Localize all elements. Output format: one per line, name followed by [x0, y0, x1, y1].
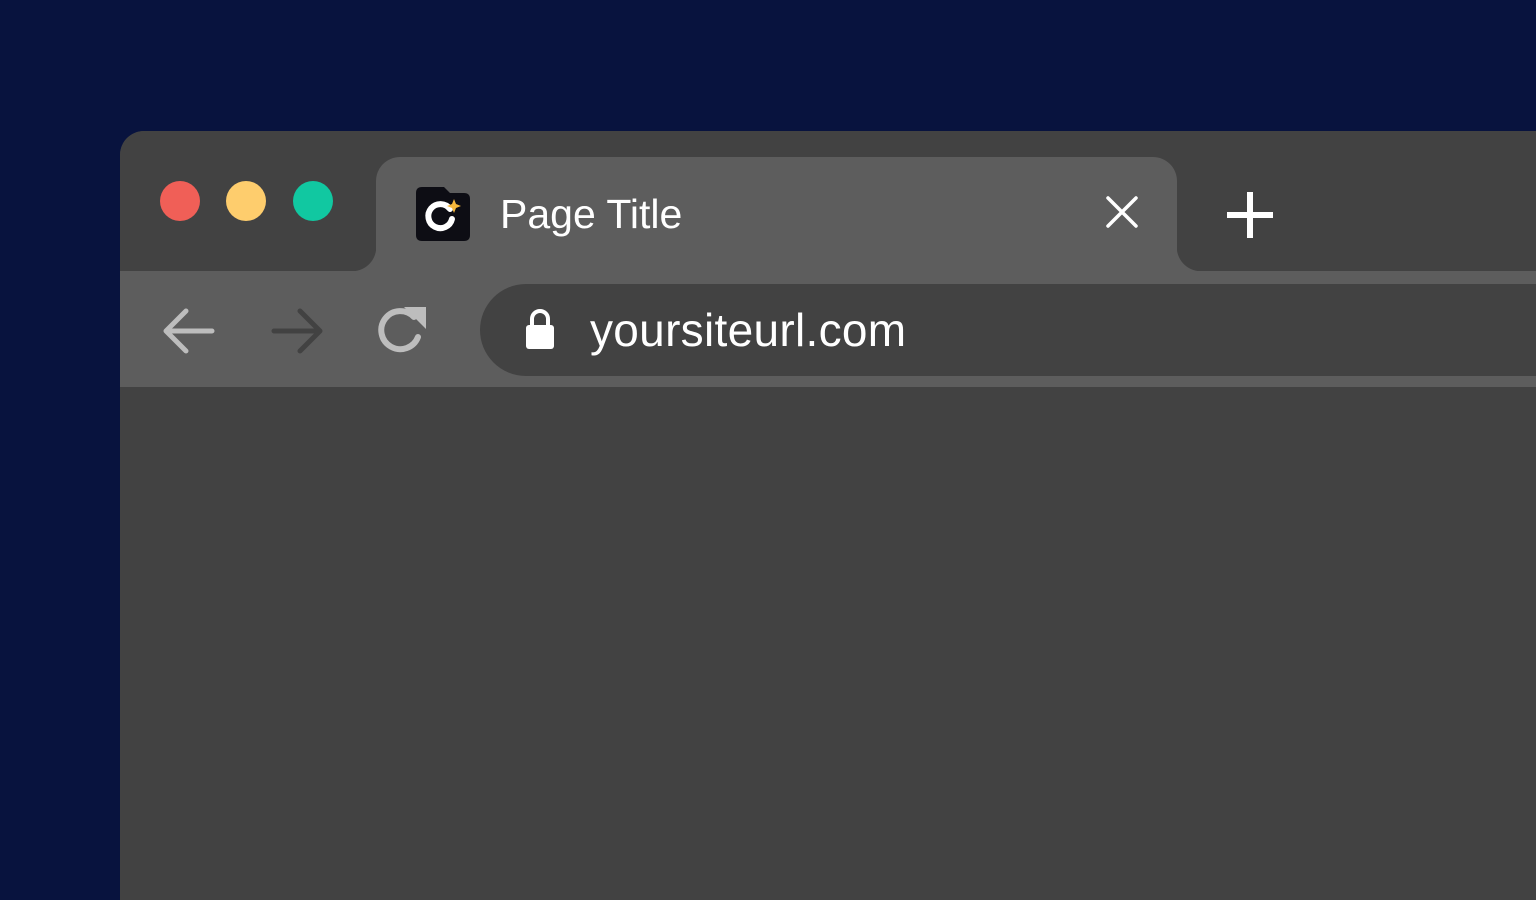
- close-icon[interactable]: [1103, 193, 1141, 231]
- window-minimize-button[interactable]: [226, 181, 266, 221]
- tab-active[interactable]: Page Title: [352, 157, 1201, 271]
- reload-icon[interactable]: [374, 303, 430, 359]
- url-text[interactable]: yoursiteurl.com: [590, 302, 906, 358]
- tab-title: Page Title: [500, 191, 683, 237]
- arrow-left-icon[interactable]: [160, 303, 216, 359]
- browser-window: Page Title yoursiteurl.com: [120, 131, 1536, 900]
- arrow-right-icon[interactable]: [270, 303, 326, 359]
- refresh-sparkle-favicon-icon: [416, 187, 470, 241]
- window-close-button[interactable]: [160, 181, 200, 221]
- lock-icon: [526, 309, 554, 349]
- address-bar[interactable]: yoursiteurl.com: [480, 284, 1536, 376]
- page-content: [120, 387, 1536, 900]
- plus-icon[interactable]: [1224, 189, 1276, 241]
- toolbar: yoursiteurl.com: [120, 271, 1536, 387]
- window-maximize-button[interactable]: [293, 181, 333, 221]
- tab-strip: Page Title: [120, 131, 1536, 271]
